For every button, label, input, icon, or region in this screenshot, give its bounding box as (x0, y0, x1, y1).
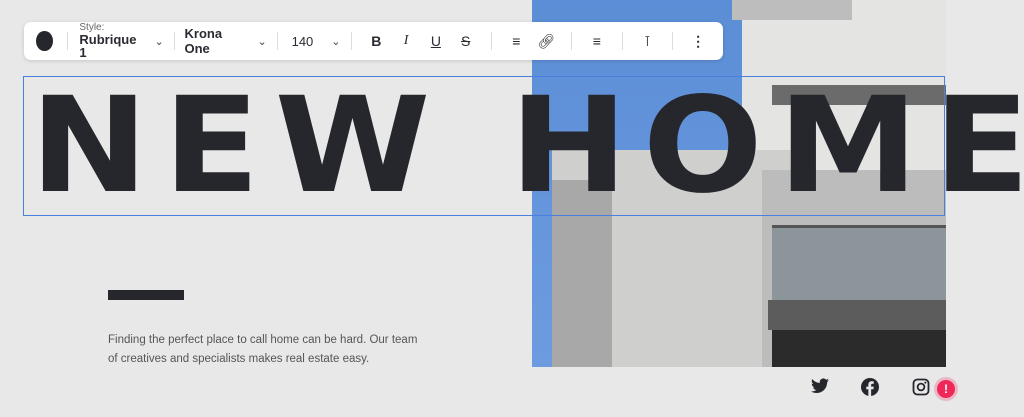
facebook-icon[interactable] (861, 378, 879, 401)
instagram-icon[interactable] (912, 378, 930, 401)
divider (276, 32, 278, 50)
more-options-icon[interactable]: ⋮ (683, 33, 713, 50)
divider (350, 32, 352, 50)
italic-button[interactable]: I (391, 33, 421, 49)
intro-paragraph: Finding the perfect place to call home c… (108, 334, 418, 365)
twitter-icon[interactable] (811, 378, 829, 399)
link-icon[interactable]: 🔗︎ (531, 33, 561, 50)
font-size-dropdown[interactable]: 140 (292, 34, 314, 49)
divider (490, 32, 492, 50)
font-dropdown[interactable]: Krona One (185, 26, 240, 56)
text-color-button[interactable] (36, 31, 53, 51)
text-toolbar: Style: Rubrique 1 ⌄ Krona One ⌄ 140 ⌄ B … (24, 22, 723, 60)
alert-badge[interactable]: ! (937, 380, 955, 398)
style-value: Rubrique 1 (79, 32, 137, 60)
chevron-down-icon[interactable]: ⌄ (154, 35, 163, 48)
divider (621, 32, 623, 50)
chevron-down-icon[interactable]: ⌄ (258, 35, 267, 48)
clear-format-icon[interactable]: ⊺ (633, 33, 663, 50)
divider (173, 32, 175, 50)
strikethrough-button[interactable]: S (451, 33, 481, 49)
divider (66, 32, 68, 50)
divider (571, 32, 572, 50)
bullet-list-icon[interactable]: ≡ (501, 33, 531, 49)
divider (672, 32, 674, 50)
chevron-down-icon[interactable]: ⌄ (331, 35, 340, 48)
headline[interactable]: NEW HOME (30, 80, 1024, 212)
underline-button[interactable]: U (421, 33, 451, 49)
align-left-icon[interactable]: ≡ (582, 33, 612, 49)
decorative-dash (108, 290, 184, 300)
style-dropdown[interactable]: Style: Rubrique 1 (79, 23, 137, 60)
bold-button[interactable]: B (361, 33, 391, 49)
